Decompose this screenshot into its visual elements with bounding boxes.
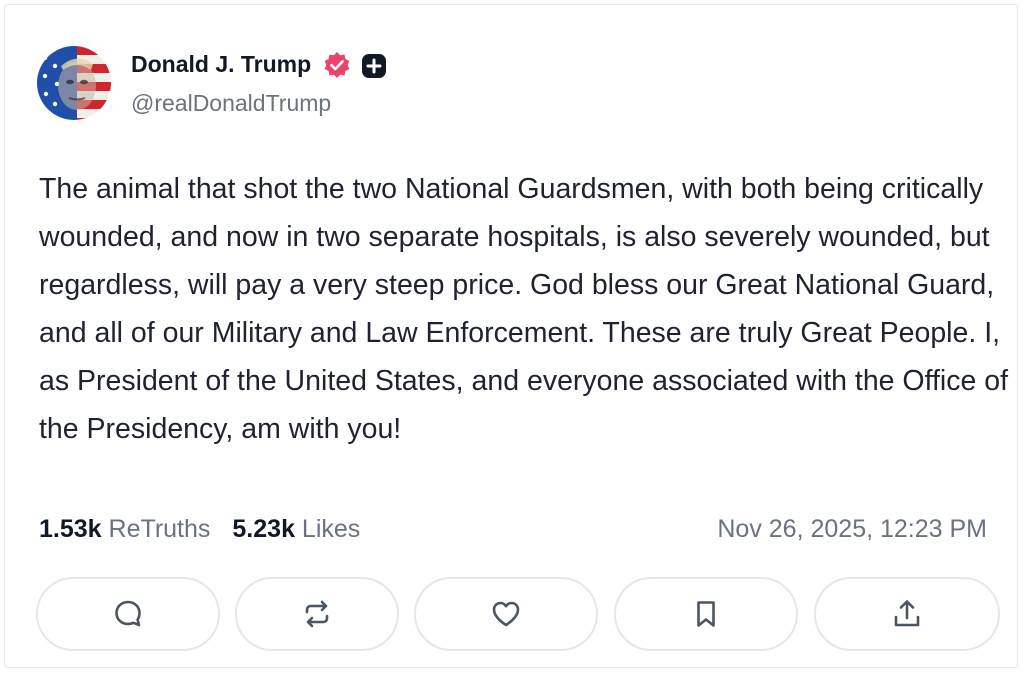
avatar[interactable]	[37, 46, 111, 120]
like-button[interactable]	[414, 577, 598, 651]
likes-label[interactable]: Likes	[302, 515, 360, 543]
post-stats: 1.53k ReTruths 5.23k Likes	[39, 515, 360, 544]
bookmark-icon	[697, 601, 715, 627]
post-body-text: The animal that shot the two National Gu…	[39, 173, 1009, 445]
retruth-button[interactable]	[235, 577, 399, 651]
reply-icon	[115, 600, 141, 627]
share-button[interactable]	[814, 577, 1000, 651]
post-timestamp[interactable]: Nov 26, 2025, 12:23 PM	[717, 515, 987, 544]
plus-badge-icon	[361, 53, 387, 79]
likes-count[interactable]: 5.23k	[232, 515, 295, 543]
heart-icon	[492, 601, 520, 627]
retruths-count[interactable]: 1.53k	[39, 515, 102, 543]
post-card: Donald J. Trump @realDonaldTrump The ani…	[4, 4, 1018, 668]
bookmark-button[interactable]	[614, 577, 798, 651]
retruth-icon	[305, 600, 329, 628]
reply-button[interactable]	[36, 577, 220, 651]
retruths-label[interactable]: ReTruths	[109, 515, 211, 543]
author-handle[interactable]: @realDonaldTrump	[131, 90, 331, 117]
verified-badge-icon	[323, 51, 351, 79]
author-display-name[interactable]: Donald J. Trump	[131, 51, 311, 78]
share-icon	[894, 600, 920, 627]
